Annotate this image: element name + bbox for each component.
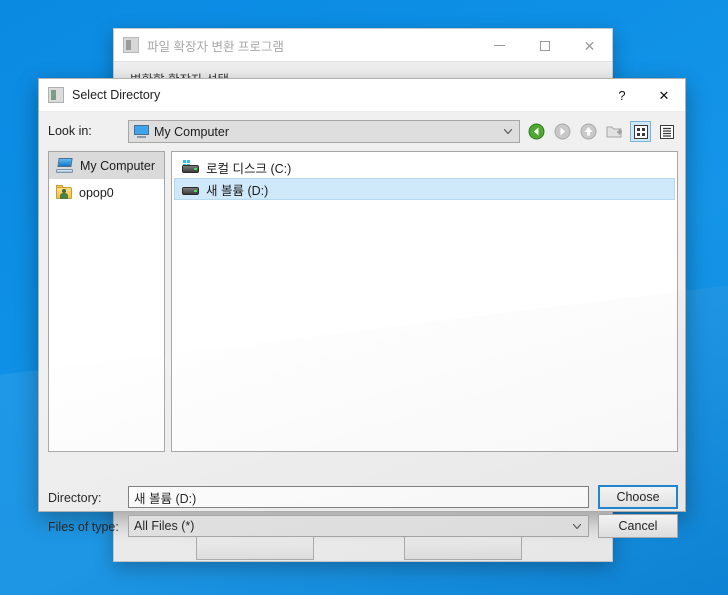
dialog-body: Look in: My Computer My Computer opop0 로… [39, 112, 685, 538]
maximize-button[interactable] [522, 29, 567, 62]
app-titlebar[interactable]: 파일 확장자 변환 프로그램 ✕ [114, 29, 612, 62]
directory-input[interactable]: 새 볼륨 (D:) [128, 486, 589, 508]
system-drive-icon [182, 160, 199, 174]
lookin-combobox[interactable]: My Computer [128, 120, 520, 143]
app-icon [123, 37, 139, 53]
user-folder-icon [56, 185, 73, 200]
dialog-toolbar [526, 120, 677, 143]
computer-icon [134, 125, 149, 138]
sidebar-item-opop0[interactable]: opop0 [49, 179, 164, 206]
drive-icon [182, 182, 199, 196]
help-button[interactable]: ? [601, 79, 643, 112]
chevron-down-icon [504, 129, 512, 134]
forward-icon [552, 121, 573, 142]
lookin-label: Look in: [48, 124, 92, 138]
files-of-type-label: Files of type: [48, 520, 119, 534]
desktop: 파일 확장자 변환 프로그램 ✕ 변환할 확장자 선택 Select Direc… [0, 0, 728, 595]
sidebar-shortcuts[interactable]: My Computer opop0 [48, 151, 165, 452]
detail-view-icon[interactable] [656, 121, 677, 142]
parent-dir-icon [578, 121, 599, 142]
file-list[interactable]: 로컬 디스크 (C:) 새 볼륨 (D:) [171, 151, 678, 452]
dialog-close-button[interactable]: ✕ [643, 79, 685, 112]
close-icon: ✕ [583, 37, 596, 54]
minimize-icon [494, 45, 505, 46]
back-icon[interactable] [526, 121, 547, 142]
cancel-button[interactable]: Cancel [598, 514, 678, 538]
files-of-type-value: All Files (*) [134, 519, 195, 533]
list-item[interactable]: 새 볼륨 (D:) [174, 178, 675, 200]
new-folder-icon [604, 121, 625, 142]
list-item-label: 로컬 디스크 (C:) [206, 161, 292, 176]
select-directory-dialog[interactable]: Select Directory ? ✕ Look in: My Compute… [38, 78, 686, 538]
directory-label: Directory: [48, 491, 102, 505]
sidebar-item-label: My Computer [80, 158, 156, 173]
dialog-window-controls: ? ✕ [601, 79, 685, 112]
list-view-icon[interactable] [630, 121, 651, 142]
sidebar-item-my-computer[interactable]: My Computer [49, 152, 164, 179]
app-window-controls: ✕ [477, 29, 612, 62]
app-bottom-button-right[interactable] [404, 534, 522, 560]
minimize-button[interactable] [477, 29, 522, 62]
sidebar-item-label: opop0 [79, 185, 114, 200]
files-of-type-combobox[interactable]: All Files (*) [128, 515, 589, 537]
app-bottom-button-left[interactable] [196, 534, 314, 560]
app-window-title: 파일 확장자 변환 프로그램 [147, 39, 284, 54]
chevron-down-icon [573, 524, 581, 529]
lookin-value: My Computer [154, 124, 230, 139]
choose-button[interactable]: Choose [598, 485, 678, 509]
dialog-title: Select Directory [72, 88, 161, 102]
list-item-label: 새 볼륨 (D:) [206, 183, 269, 198]
maximize-icon [539, 40, 550, 51]
list-item[interactable]: 로컬 디스크 (C:) [174, 156, 675, 178]
computer-icon [56, 158, 74, 173]
close-button[interactable]: ✕ [567, 29, 612, 62]
folder-icon [48, 87, 64, 103]
lookin-row: Look in: My Computer [39, 120, 685, 144]
dialog-titlebar[interactable]: Select Directory ? ✕ [39, 79, 685, 112]
